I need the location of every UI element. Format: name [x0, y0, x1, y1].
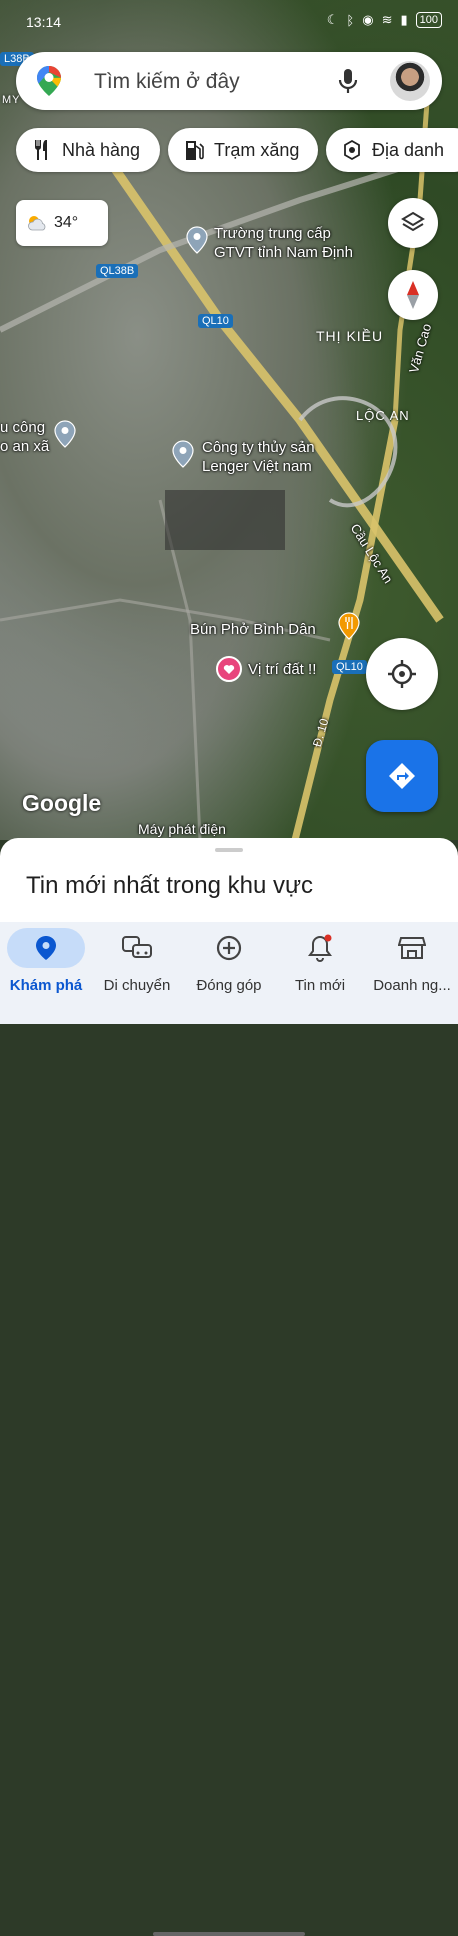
avatar[interactable] — [390, 61, 430, 101]
battery-icon: 100 — [415, 12, 442, 28]
landmark-icon — [344, 139, 360, 161]
chip-restaurant[interactable]: Nhà hàng — [16, 128, 160, 172]
map-pin-icon[interactable] — [186, 226, 208, 254]
heart-pin-icon[interactable] — [216, 656, 242, 682]
directions-icon — [389, 763, 415, 789]
explore-pin-icon — [36, 936, 56, 960]
gas-station-icon — [186, 141, 204, 160]
bell-icon — [308, 934, 332, 962]
home-indicator[interactable] — [153, 1932, 305, 1936]
chip-label: Địa danh — [372, 139, 445, 160]
road-label: QL38B — [96, 264, 139, 278]
nav-explore[interactable]: Khám phá — [0, 922, 92, 1012]
layers-icon — [401, 211, 425, 232]
nav-label: Doanh ng... — [373, 977, 451, 994]
moon-icon: ☾ — [326, 12, 339, 27]
store-icon — [398, 937, 426, 959]
commute-icon — [122, 936, 152, 958]
drag-handle[interactable] — [215, 848, 243, 852]
microphone-icon[interactable] — [336, 67, 360, 95]
map-pin-icon[interactable] — [172, 440, 194, 468]
my-location-button[interactable] — [366, 638, 438, 710]
google-maps-logo-icon — [37, 66, 61, 96]
bluetooth-icon: ᛒ — [346, 12, 355, 28]
clock: 13:14 — [26, 14, 62, 30]
partly-cloudy-icon — [28, 216, 46, 231]
chip-landmark[interactable]: Địa danh — [326, 128, 458, 172]
nav-label: Khám phá — [9, 977, 83, 994]
add-circle-icon — [216, 935, 242, 961]
restaurant-pin-icon[interactable] — [338, 612, 360, 640]
search-input[interactable]: Tìm kiếm ở đây — [94, 70, 240, 94]
place-label-generator[interactable]: Máy phát điện — [138, 820, 226, 839]
nav-label: Di chuyển — [103, 977, 171, 994]
weather-widget[interactable]: 34° — [16, 200, 108, 246]
map-pin-icon[interactable] — [54, 420, 76, 448]
crosshair-icon — [388, 660, 416, 688]
chip-label: Trạm xăng — [214, 139, 300, 160]
nav-updates[interactable]: Tin mới — [274, 922, 366, 1012]
signal-icon: ▮ — [400, 12, 408, 27]
road-label: QL10 — [198, 314, 233, 328]
satellite-map[interactable]: 13:14 ☾ ᛒ ◉ ≋ ▮ 100 MY L38B Tìm kiếm ở đ… — [0, 0, 458, 840]
nav-label: Đóng góp — [196, 977, 262, 994]
wifi-icon: ≋ — [381, 12, 393, 27]
status-bar: 13:14 ☾ ᛒ ◉ ≋ ▮ 100 — [0, 0, 458, 44]
place-label-restaurant[interactable]: Bún Phở Bình Dân — [190, 620, 316, 639]
road-label: QL10 — [332, 660, 367, 674]
search-bar[interactable]: Tìm kiếm ở đây — [16, 52, 442, 110]
place-label-partial[interactable]: u công o an xã — [0, 418, 49, 456]
compass-icon — [407, 281, 419, 309]
bottom-sheet[interactable]: Tin mới nhất trong khu vực — [0, 838, 458, 928]
location-icon: ◉ — [362, 12, 374, 27]
chip-gas-station[interactable]: Trạm xăng — [168, 128, 318, 172]
place-label-school[interactable]: Trường trung cấp GTVT tỉnh Nam Định — [214, 224, 353, 262]
place-label-saved[interactable]: Vị trí đất !! — [248, 660, 316, 679]
area-label: THỊ KIỀU — [316, 328, 384, 344]
directions-button[interactable] — [366, 740, 438, 812]
bottom-navigation: Khám phá Di chuyển Đóng góp Tin mới Doan… — [0, 922, 458, 1936]
nav-business[interactable]: Doanh ng... — [366, 922, 458, 1012]
map-label: MY — [2, 94, 21, 106]
nav-contribute[interactable]: Đóng góp — [183, 922, 275, 1012]
area-label: LỘC AN — [356, 408, 410, 423]
nav-label: Tin mới — [294, 977, 346, 994]
weather-temp: 34° — [54, 214, 79, 231]
place-label-company[interactable]: Công ty thủy sản Lenger Việt nam — [202, 438, 315, 476]
sheet-title: Tin mới nhất trong khu vực — [26, 872, 314, 899]
restaurant-icon — [35, 140, 47, 160]
chip-label: Nhà hàng — [62, 139, 141, 160]
compass-button[interactable] — [388, 270, 438, 320]
nav-commute[interactable]: Di chuyển — [91, 922, 183, 1012]
layers-button[interactable] — [388, 198, 438, 248]
status-icons: ☾ ᛒ ◉ ≋ ▮ 100 — [327, 12, 442, 28]
google-attribution: Google — [22, 790, 102, 816]
